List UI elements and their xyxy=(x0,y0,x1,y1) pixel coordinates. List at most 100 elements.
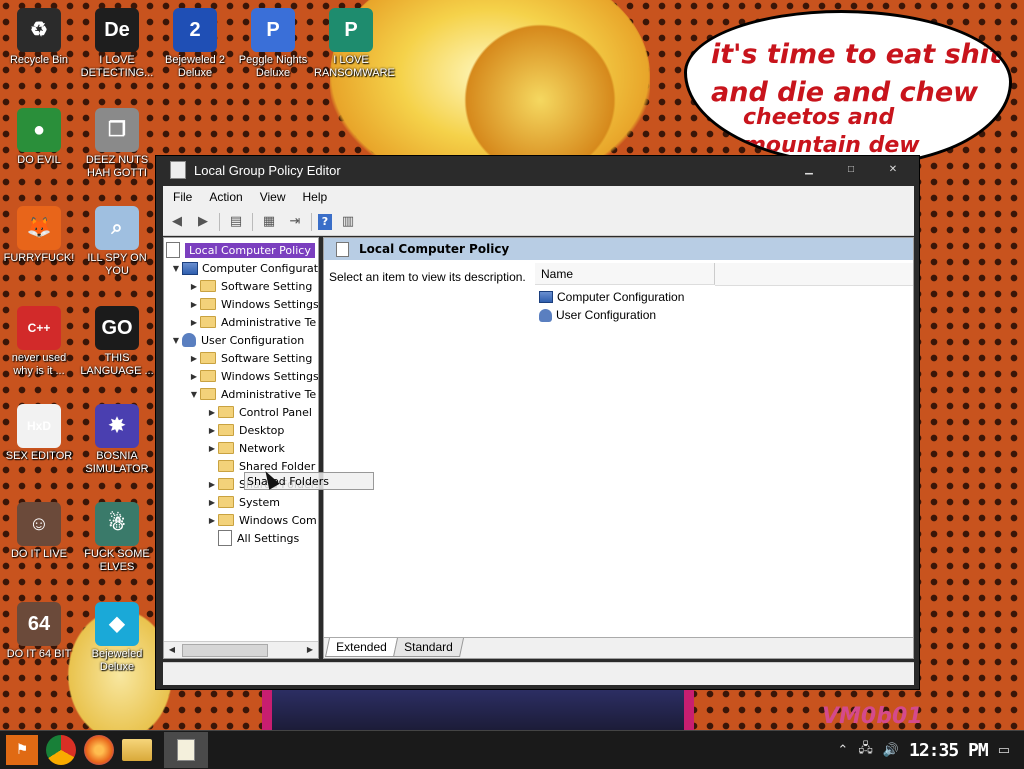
status-bar xyxy=(163,662,914,685)
desktop-icon[interactable]: ✸ BOSNIA SIMULATOR xyxy=(80,404,154,476)
desktop-icon-label: SEX EDITOR xyxy=(5,450,73,462)
tray-chevron-icon[interactable]: ⌃ xyxy=(837,743,848,758)
desktop-icon[interactable]: HxD SEX EDITOR xyxy=(2,404,76,463)
volume-icon[interactable]: 🔊 xyxy=(883,743,899,758)
folder-icon xyxy=(218,496,234,508)
desktop-icon[interactable]: ⌕ ILL SPY ON YOU xyxy=(80,206,154,278)
column-header-name[interactable]: Name xyxy=(535,263,715,285)
details-header-title: Local Computer Policy xyxy=(359,242,510,256)
list-item-computer-configuration[interactable]: Computer Configuration xyxy=(539,288,684,306)
tree-item[interactable]: Local Computer Policy xyxy=(166,241,315,259)
tree-item[interactable]: ▶ Administrative Te xyxy=(188,313,316,331)
collapsed-arrow-icon[interactable]: ▶ xyxy=(206,498,218,507)
chrome-taskbar-icon[interactable] xyxy=(46,735,76,765)
expanded-arrow-icon[interactable]: ▼ xyxy=(170,264,182,273)
collapsed-arrow-icon[interactable]: ▶ xyxy=(206,480,218,489)
desktop-icon[interactable]: ● DO EVIL xyxy=(2,108,76,167)
tree-item[interactable]: ▼ User Configuration xyxy=(170,331,304,349)
list-item-user-configuration[interactable]: User Configuration xyxy=(539,306,656,324)
collapsed-arrow-icon[interactable]: ▶ xyxy=(188,282,200,291)
computer-icon xyxy=(182,261,198,275)
tree-item[interactable]: ▶ Windows Settings xyxy=(188,367,318,385)
desktop-icon[interactable]: PI LOVE RANSOMWARE xyxy=(314,8,395,80)
close-button[interactable]: ✕ xyxy=(873,160,913,182)
help-icon[interactable]: ? xyxy=(318,213,332,230)
tree-item[interactable]: ▶ Control Panel xyxy=(206,403,312,421)
properties-icon[interactable]: ▦ xyxy=(259,213,279,231)
tree-item-label: Windows Settings xyxy=(221,297,319,311)
tree-item[interactable]: ▼ Computer Configurati xyxy=(170,259,319,277)
group-policy-taskbar-button[interactable] xyxy=(164,732,208,768)
scroll-thumb[interactable] xyxy=(182,644,268,657)
tree-item[interactable]: ▶ Windows Settings xyxy=(188,295,319,313)
desktop-icon-label: DO IT 64 BIT xyxy=(6,648,72,660)
tab-extended[interactable]: Extended xyxy=(324,638,398,657)
expanded-arrow-icon[interactable]: ▼ xyxy=(188,390,200,399)
collapsed-arrow-icon[interactable]: ▶ xyxy=(188,300,200,309)
desktop-icon[interactable]: ♻ Recycle Bin xyxy=(2,8,76,67)
tree-item-label: Windows Com xyxy=(239,513,317,527)
speech-line: it's time to eat shit xyxy=(711,39,1003,70)
collapsed-arrow-icon[interactable]: ▶ xyxy=(188,372,200,381)
desktop-icon[interactable]: ☃ FUCK SOME ELVES xyxy=(80,502,154,574)
tree-item[interactable]: ▶ System xyxy=(206,493,280,511)
minimize-button[interactable]: ▁ xyxy=(789,160,829,182)
scroll-right-icon[interactable]: ▶ xyxy=(302,642,318,658)
show-hide-tree-icon[interactable]: ▤ xyxy=(226,213,246,231)
window-controls: ▁ □ ✕ xyxy=(789,160,913,182)
tree-item[interactable]: All Settings xyxy=(206,529,299,547)
tree-item-label: Desktop xyxy=(239,423,285,437)
desktop-icon[interactable]: ☺ DO IT LIVE xyxy=(2,502,76,561)
tree-horizontal-scrollbar[interactable]: ◀ ▶ xyxy=(164,641,318,658)
forward-arrow-icon[interactable]: ▶ xyxy=(193,213,213,231)
maximize-button[interactable]: □ xyxy=(831,160,871,182)
collapsed-arrow-icon[interactable]: ▶ xyxy=(206,426,218,435)
tree-item[interactable]: ▶ Software Setting xyxy=(188,277,312,295)
desktop-icon[interactable]: C++ never used why is it ... xyxy=(2,306,76,378)
tab-standard[interactable]: Standard xyxy=(392,638,464,657)
desktop-icon[interactable]: 2 Bejeweled 2 Deluxe xyxy=(158,8,232,80)
tree-item[interactable]: ▶ Network xyxy=(206,439,285,457)
desktop-icon[interactable]: 🦊 FURRYFUCK! xyxy=(2,206,76,265)
tree-item-label: Software Setting xyxy=(221,279,313,293)
collapsed-arrow-icon[interactable]: ▶ xyxy=(206,408,218,417)
collapsed-arrow-icon[interactable]: ▶ xyxy=(206,444,218,453)
spy-icon: ⌕ xyxy=(95,206,139,250)
desktop-icon[interactable]: P Peggle Nights Deluxe xyxy=(236,8,310,80)
tree-item[interactable]: ▶ Desktop xyxy=(206,421,284,439)
notifications-icon[interactable]: ▭ xyxy=(998,743,1010,758)
network-icon[interactable]: 🖧 xyxy=(858,739,873,761)
collapsed-arrow-icon[interactable]: ▶ xyxy=(188,354,200,363)
clock[interactable]: 12:35 PM xyxy=(909,740,989,761)
expanded-arrow-icon[interactable]: ▼ xyxy=(170,336,182,345)
desktop-icon-label: never used why is it ... xyxy=(11,352,67,377)
tree-item-label: Computer Configurati xyxy=(202,261,319,275)
desktop-icon[interactable]: ❐ DEEZ NUTS HAH GOTTI xyxy=(80,108,154,180)
collapsed-arrow-icon[interactable]: ▶ xyxy=(188,318,200,327)
back-arrow-icon[interactable]: ◀ xyxy=(167,213,187,231)
tree-item[interactable]: ▶ Windows Com xyxy=(206,511,317,529)
tree-item-label: Control Panel xyxy=(239,405,312,419)
tree-item[interactable]: ▶ Software Setting xyxy=(188,349,312,367)
explorer-taskbar-icon[interactable] xyxy=(122,739,152,761)
desktop-icon[interactable]: GO THIS LANGUAGE ... xyxy=(80,306,154,378)
collapsed-arrow-icon[interactable]: ▶ xyxy=(206,516,218,525)
desktop-icon[interactable]: ◆ Bejeweled Deluxe xyxy=(80,602,154,674)
menu-view[interactable]: View xyxy=(250,190,293,204)
title-bar[interactable]: Local Group Policy Editor ▁ □ ✕ xyxy=(156,156,919,184)
start-button[interactable]: ⚑ xyxy=(6,735,38,765)
desktop-icon-label: DO EVIL xyxy=(17,154,61,166)
firefox-taskbar-icon[interactable] xyxy=(84,735,114,765)
system-tray: ⌃ 🖧 🔊 12:35 PM ▭ xyxy=(837,731,1024,769)
tree-item[interactable]: ▼ Administrative Te xyxy=(188,385,316,403)
scroll-left-icon[interactable]: ◀ xyxy=(164,642,180,658)
menu-action[interactable]: Action xyxy=(199,190,249,204)
wallpaper-scene xyxy=(262,690,694,730)
desktop-icon[interactable]: De I LOVE DETECTING... xyxy=(80,8,154,80)
menu-file[interactable]: File xyxy=(163,190,199,204)
desktop-icon-label: Peggle Nights Deluxe xyxy=(238,54,308,79)
desktop-icon[interactable]: 64 DO IT 64 BIT xyxy=(2,602,76,661)
menu-help[interactable]: Help xyxy=(293,190,335,204)
export-list-icon[interactable]: ⇥ xyxy=(285,213,305,231)
filter-icon[interactable]: ▥ xyxy=(338,213,358,231)
